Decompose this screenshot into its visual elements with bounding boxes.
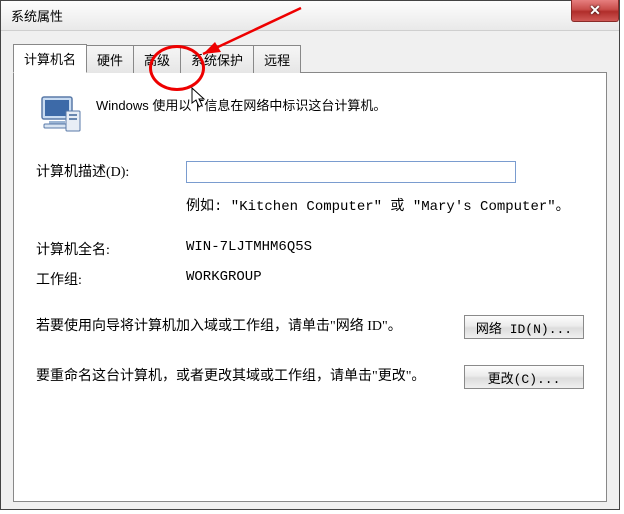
computer-icon [36, 91, 84, 139]
tab-system-protection[interactable]: 系统保护 [180, 45, 254, 73]
tab-advanced[interactable]: 高级 [133, 45, 181, 73]
network-id-text: 若要使用向导将计算机加入域或工作组，请单击"网络 ID"。 [36, 315, 446, 339]
system-properties-window: 系统属性 ✕ 计算机名 硬件 高级 系统保护 远程 [0, 0, 620, 510]
fullname-value: WIN-7LJTMHM6Q5S [186, 239, 584, 255]
tab-panel-computer-name: Windows 使用以下信息在网络中标识这台计算机。 计算机描述(D): 例如:… [13, 72, 607, 502]
tab-strip: 计算机名 硬件 高级 系统保护 远程 [13, 43, 607, 72]
change-text: 要重命名这台计算机，或者更改其域或工作组，请单击"更改"。 [36, 365, 446, 389]
computer-description-input[interactable] [186, 161, 516, 183]
fullname-label: 计算机全名: [36, 239, 186, 259]
content-area: 计算机名 硬件 高级 系统保护 远程 [1, 31, 619, 509]
change-button[interactable]: 更改(C)... [464, 365, 584, 389]
close-button[interactable]: ✕ [571, 0, 619, 22]
workgroup-label: 工作组: [36, 269, 186, 289]
intro-text: Windows 使用以下信息在网络中标识这台计算机。 [96, 91, 386, 114]
close-icon: ✕ [589, 2, 601, 19]
tab-computer-name[interactable]: 计算机名 [13, 44, 87, 73]
tab-remote[interactable]: 远程 [253, 45, 301, 73]
tab-hardware[interactable]: 硬件 [86, 45, 134, 73]
desc-example: 例如: "Kitchen Computer" 或 "Mary's Compute… [186, 195, 584, 215]
titlebar: 系统属性 ✕ [1, 1, 619, 31]
desc-label: 计算机描述(D): [36, 161, 186, 181]
network-id-button[interactable]: 网络 ID(N)... [464, 315, 584, 339]
window-title: 系统属性 [11, 6, 63, 25]
workgroup-value: WORKGROUP [186, 269, 584, 285]
